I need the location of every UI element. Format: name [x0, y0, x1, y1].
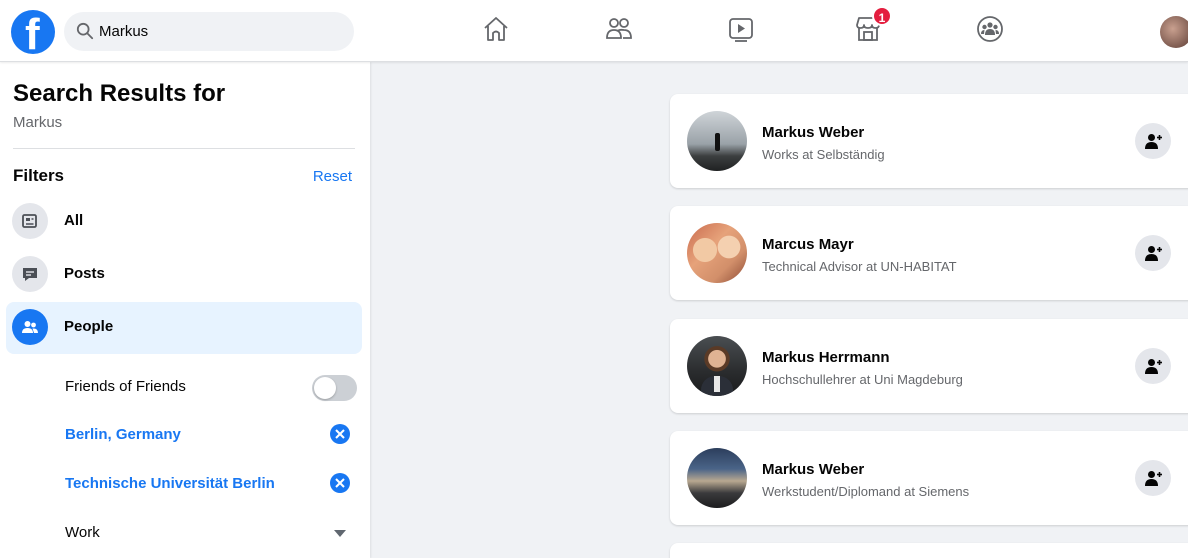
location-filter-label: Berlin, Germany: [65, 426, 181, 443]
chevron-down-icon: [334, 530, 346, 537]
result-profile-picture[interactable]: [687, 336, 747, 396]
filter-posts[interactable]: Posts: [6, 249, 362, 301]
result-profile-picture[interactable]: [687, 111, 747, 171]
search-result-card[interactable]: Marcus Mayr Technical Advisor at UN-HABI…: [670, 206, 1188, 300]
groups-icon[interactable]: [975, 14, 1005, 44]
search-query-label: Markus: [13, 114, 63, 131]
reset-button[interactable]: Reset: [313, 168, 352, 185]
remove-location-icon[interactable]: [330, 424, 350, 444]
result-name[interactable]: Markus Weber: [762, 461, 864, 478]
result-description: Technical Advisor at UN-HABITAT: [762, 259, 957, 274]
add-friend-icon[interactable]: [1135, 348, 1171, 384]
profile-avatar[interactable]: [1160, 16, 1188, 48]
posts-feed-icon: [12, 203, 48, 239]
filters-heading: Filters: [13, 166, 65, 185]
speech-bubble-icon: [12, 256, 48, 292]
friends-icon[interactable]: [604, 14, 634, 44]
friends-of-friends-toggle[interactable]: [312, 375, 357, 401]
work-filter-label: Work: [65, 524, 100, 541]
filter-friends-of-friends: Friends of Friends: [65, 375, 360, 401]
add-friend-icon[interactable]: [1135, 235, 1171, 271]
people-icon: [12, 309, 48, 345]
result-description: Works at Selbständig: [762, 147, 885, 162]
add-friend-icon[interactable]: [1135, 123, 1171, 159]
result-profile-picture[interactable]: [687, 448, 747, 508]
add-friend-icon[interactable]: [1135, 460, 1171, 496]
result-description: Werkstudent/Diplomand at Siemens: [762, 484, 970, 499]
search-icon: [76, 22, 94, 40]
result-name[interactable]: Markus Herrmann: [762, 349, 890, 366]
search-result-card[interactable]: Markus Weber Werkstudent/Diplomand at Si…: [670, 431, 1188, 525]
notification-badge: 1: [872, 6, 892, 26]
result-description: Hochschullehrer at Uni Magdeburg: [762, 372, 963, 387]
search-box[interactable]: Markus: [64, 12, 354, 51]
filter-all[interactable]: All: [6, 196, 362, 248]
filter-education[interactable]: Technische Universität Berlin: [65, 472, 360, 496]
facebook-logo-icon[interactable]: f: [11, 10, 55, 54]
top-navigation-bar: f Markus 1: [0, 0, 1188, 62]
remove-education-icon[interactable]: [330, 473, 350, 493]
home-icon[interactable]: [481, 14, 511, 44]
filter-people-label: People: [64, 318, 114, 335]
result-profile-picture[interactable]: [687, 223, 747, 283]
filter-work-dropdown[interactable]: Work: [65, 521, 360, 545]
watch-video-icon[interactable]: [726, 14, 756, 44]
filter-posts-label: Posts: [64, 265, 105, 282]
page-title: Search Results for: [13, 80, 226, 107]
filter-people[interactable]: People: [6, 302, 362, 354]
friends-of-friends-label: Friends of Friends: [65, 378, 186, 395]
result-name[interactable]: Markus Weber: [762, 124, 864, 141]
search-filters-sidebar: Search Results for Markus Filters Reset …: [0, 62, 370, 558]
search-result-card[interactable]: Markus Weber Works at Selbständig: [670, 94, 1188, 188]
search-result-card[interactable]: Markus Herrmann Hochschullehrer at Uni M…: [670, 319, 1188, 413]
filter-location[interactable]: Berlin, Germany: [65, 423, 360, 447]
education-filter-label: Technische Universität Berlin: [65, 475, 275, 492]
filter-all-label: All: [64, 212, 84, 229]
search-result-card[interactable]: [670, 543, 1188, 558]
result-name[interactable]: Marcus Mayr: [762, 236, 854, 253]
divider: [13, 148, 355, 149]
search-input[interactable]: Markus: [99, 23, 148, 40]
